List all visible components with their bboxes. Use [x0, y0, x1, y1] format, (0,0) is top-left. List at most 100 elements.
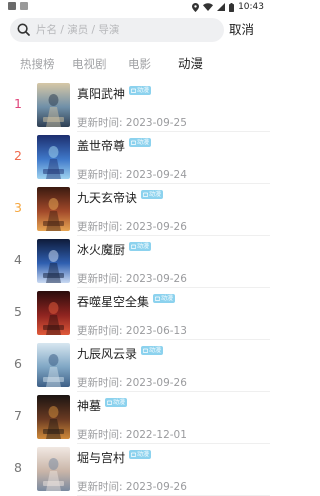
update-date: 2023-09-26 [125, 377, 187, 389]
update-time: 更新时间: 2023-09-25 [77, 115, 187, 130]
update-time-label: 更新时间: [77, 377, 123, 389]
search-row: 取消 [0, 18, 270, 42]
update-date: 2023-09-26 [125, 273, 187, 285]
update-time: 更新时间: 2023-09-26 [77, 219, 187, 234]
update-date: 2023-09-26 [125, 481, 187, 493]
update-time-label: 更新时间: [77, 221, 123, 233]
list-item[interactable]: 5 吞噬星空全集 动漫 更新时间: 2023-06-13 [0, 288, 270, 340]
tv-icon [131, 244, 137, 249]
search-icon [17, 23, 30, 36]
status-bar: 10:43 [0, 0, 270, 14]
poster-thumbnail[interactable] [37, 239, 70, 283]
category-badge: 动漫 [141, 190, 164, 199]
tv-icon [155, 296, 161, 301]
update-time: 更新时间: 2023-09-26 [77, 271, 187, 286]
category-badge-label: 动漫 [161, 295, 174, 302]
battery-icon [229, 2, 235, 12]
status-time: 10:43 [238, 2, 264, 12]
list-item[interactable]: 8 堀与宫村 动漫更新时间: 2023-09-26 [0, 444, 270, 496]
category-tabs: 热搜榜 电视剧 电影 动漫 [0, 52, 270, 80]
update-time-label: 更新时间: [77, 325, 123, 337]
update-time-label: 更新时间: [77, 273, 123, 285]
update-date: 2023-06-13 [125, 325, 187, 337]
list-item[interactable]: 4 冰火魔厨 动漫更新时间: 2023-09-26 [0, 236, 270, 288]
list-item[interactable]: 7 神墓 动漫 更新时间: 2022-12-01 [0, 392, 270, 444]
update-date: 2023-09-25 [125, 117, 187, 129]
update-time: 更新时间: 2023-09-26 [77, 375, 187, 390]
tab-movies[interactable]: 电影 [128, 52, 151, 76]
item-title[interactable]: 九天玄帝诀 [77, 189, 137, 206]
category-badge-label: 动漫 [137, 139, 150, 146]
rank-number: 1 [14, 96, 22, 111]
rank-number: 3 [14, 200, 22, 215]
tv-icon [143, 192, 149, 197]
item-title[interactable]: 冰火魔厨 [77, 241, 125, 258]
rank-number: 8 [14, 460, 22, 475]
list-item[interactable]: 3 九天玄帝诀 动漫更新时间: 2023-09-26 [0, 184, 270, 236]
poster-thumbnail[interactable] [37, 395, 70, 439]
poster-thumbnail[interactable] [37, 187, 70, 231]
title-row: 神墓 动漫 [77, 397, 128, 414]
status-right: 10:43 [192, 1, 264, 13]
update-time-label: 更新时间: [77, 429, 123, 441]
update-time-label: 更新时间: [77, 117, 123, 129]
update-date: 2023-09-24 [125, 169, 187, 181]
category-badge-label: 动漫 [137, 451, 150, 458]
list-item[interactable]: 6 九辰风云录 动漫更新时间: 2023-09-26 [0, 340, 270, 392]
title-row: 冰火魔厨 动漫 [77, 241, 152, 258]
category-badge: 动漫 [129, 138, 152, 147]
rank-number: 2 [14, 148, 22, 163]
search-box[interactable] [10, 18, 224, 42]
title-row: 九辰风云录 动漫 [77, 345, 164, 362]
title-row: 堀与宫村 动漫 [77, 449, 152, 466]
category-badge-label: 动漫 [137, 87, 150, 94]
tab-anime[interactable]: 动漫 [178, 52, 203, 76]
item-title[interactable]: 堀与宫村 [77, 449, 125, 466]
item-title[interactable]: 真阳武神 [77, 85, 125, 102]
category-badge: 动漫 [153, 294, 176, 303]
rank-number: 4 [14, 252, 22, 267]
update-time: 更新时间: 2023-09-24 [77, 167, 187, 182]
poster-thumbnail[interactable] [37, 135, 70, 179]
title-row: 吞噬星空全集 动漫 [77, 293, 176, 310]
ranking-list: 1 真阳武神 动漫 更新时间: 2023-09-25 2 盖世帝尊 动漫 更新时间: 2023… [0, 80, 270, 496]
title-row: 盖世帝尊 动漫 [77, 137, 152, 154]
search-input[interactable] [36, 18, 216, 42]
rank-number: 6 [14, 356, 22, 371]
poster-thumbnail[interactable] [37, 291, 70, 335]
poster-thumbnail[interactable] [37, 83, 70, 127]
category-badge: 动漫 [129, 450, 152, 459]
update-time: 更新时间: 2022-12-01 [77, 427, 187, 442]
item-title[interactable]: 神墓 [77, 397, 101, 414]
item-title[interactable]: 吞噬星空全集 [77, 293, 149, 310]
category-badge-label: 动漫 [113, 399, 126, 406]
cancel-button[interactable]: 取消 [229, 18, 254, 42]
status-left [8, 2, 28, 10]
category-badge: 动漫 [141, 346, 164, 355]
update-date: 2023-09-26 [125, 221, 187, 233]
category-badge: 动漫 [129, 86, 152, 95]
update-time: 更新时间: 2023-09-26 [77, 479, 187, 494]
item-title[interactable]: 九辰风云录 [77, 345, 137, 362]
category-badge-label: 动漫 [137, 243, 150, 250]
tab-tv-series[interactable]: 电视剧 [72, 52, 107, 76]
signal-icon [217, 3, 226, 11]
item-title[interactable]: 盖世帝尊 [77, 137, 125, 154]
tv-icon [131, 140, 137, 145]
update-date: 2022-12-01 [125, 429, 187, 441]
poster-thumbnail[interactable] [37, 447, 70, 491]
title-row: 九天玄帝诀 动漫 [77, 189, 164, 206]
tab-hot-search[interactable]: 热搜榜 [20, 52, 55, 76]
category-badge: 动漫 [129, 242, 152, 251]
tv-icon [107, 400, 113, 405]
tv-icon [131, 452, 137, 457]
list-item[interactable]: 1 真阳武神 动漫更新时间: 2023-09-25 [0, 80, 270, 132]
list-item[interactable]: 2 盖世帝尊 动漫更新时间: 2023-09-24 [0, 132, 270, 184]
tv-icon [143, 348, 149, 353]
update-time: 更新时间: 2023-06-13 [77, 323, 187, 338]
gallery-icon [8, 2, 16, 10]
update-time-label: 更新时间: [77, 169, 123, 181]
update-time-label: 更新时间: [77, 481, 123, 493]
poster-thumbnail[interactable] [37, 343, 70, 387]
category-badge-label: 动漫 [149, 191, 162, 198]
